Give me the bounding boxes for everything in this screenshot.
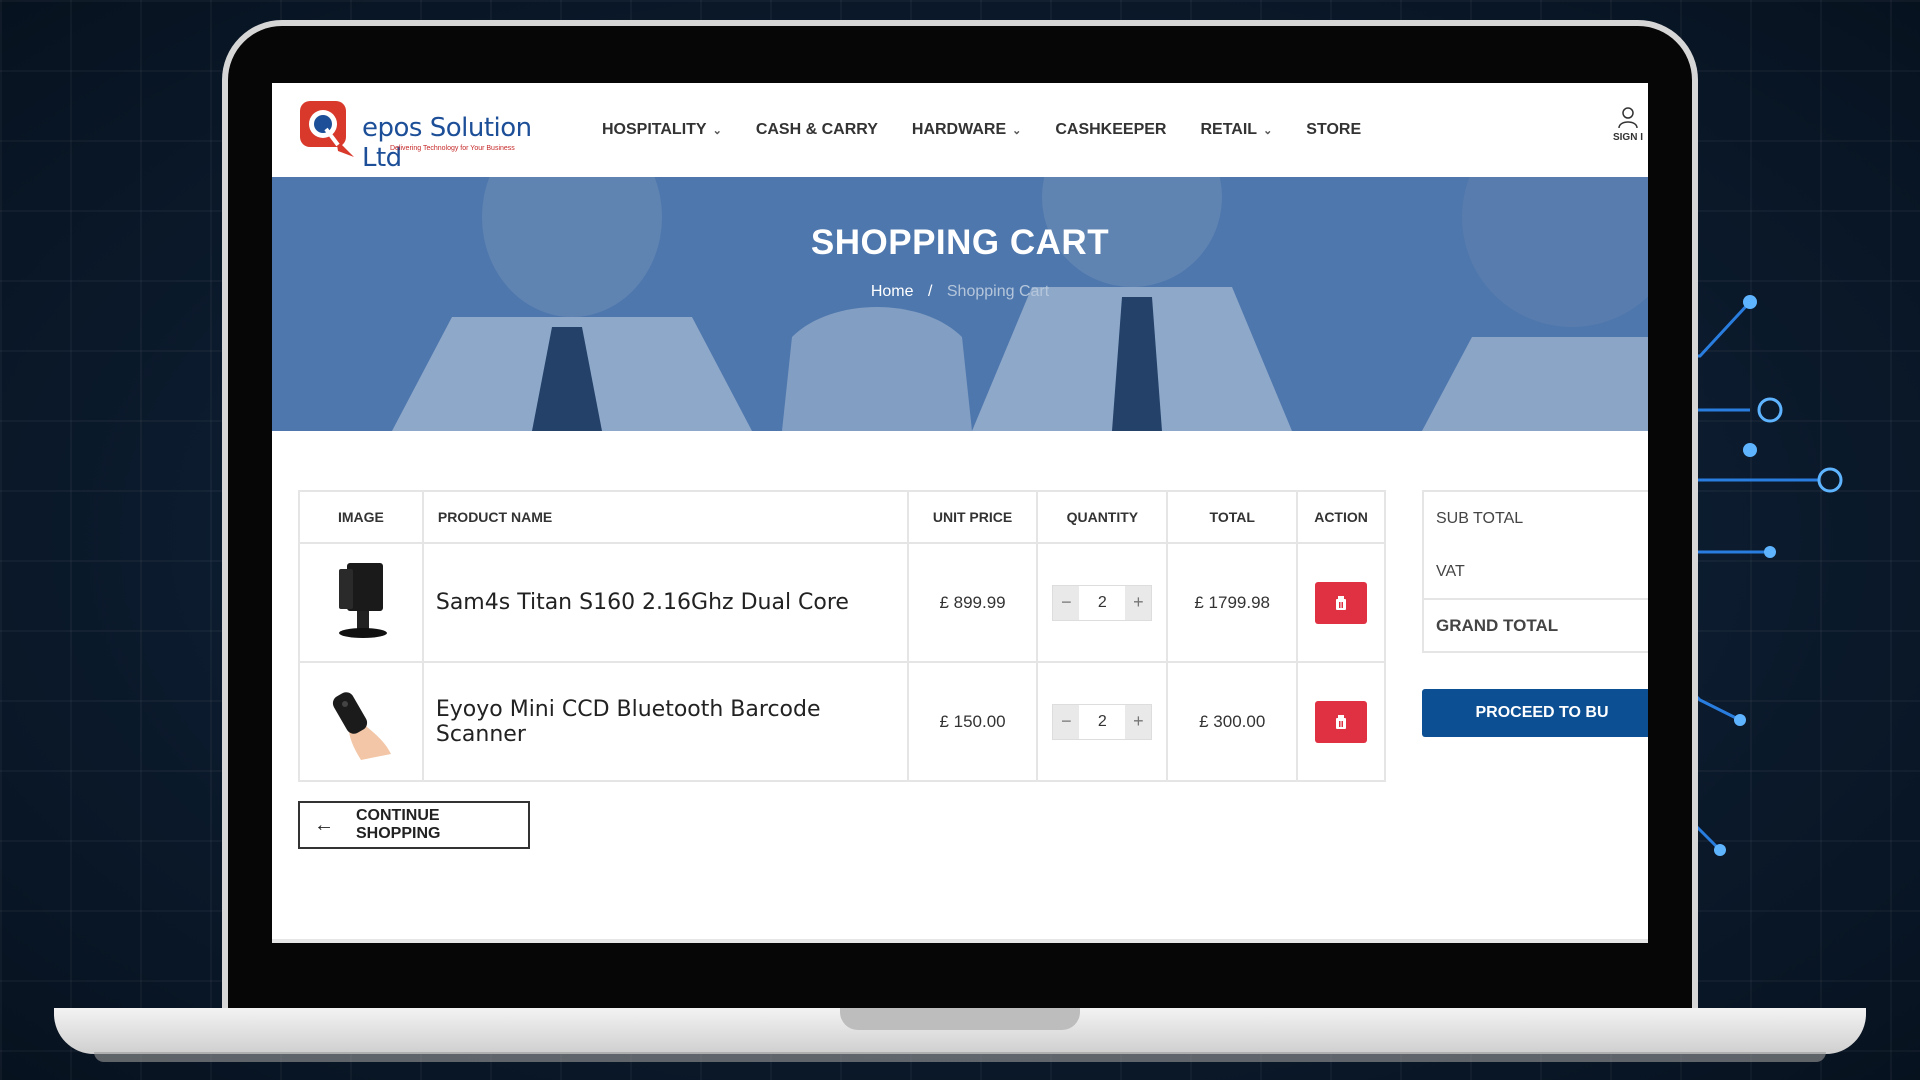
breadcrumb-home[interactable]: Home [871,283,914,300]
screen-bottom-edge [272,939,1648,943]
banner-photo [272,177,1648,431]
logo-text: epos Solution Ltd [362,113,532,173]
nav-label: HARDWARE [911,121,1007,138]
browser-viewport: epos Solution Ltd Delivering Technology … [272,83,1648,943]
nav-item-retail[interactable]: RETAIL ⌄ [1200,121,1272,139]
main-nav: HOSPITALITY ⌄ CASH & CARRY HARDWARE ⌄ CA… [602,83,1395,177]
trash-icon [1336,595,1347,610]
line-total: £ 300.00 [1166,661,1299,782]
nav-item-cashkeeper[interactable]: CASHKEEPER [1055,121,1166,139]
col-header-action: ACTION [1296,490,1386,544]
increment-button[interactable]: + [1125,585,1152,620]
barcode-scanner-icon[interactable] [321,674,401,764]
col-header-quantity: QUANTITY [1036,490,1169,544]
quantity-stepper: − 2 + [1052,584,1153,621]
action-cell [1296,542,1386,663]
cart-table: IMAGE PRODUCT NAME UNIT PRICE QUANTITY T… [298,490,1386,782]
site-logo[interactable]: epos Solution Ltd Delivering Technology … [298,99,548,173]
table-row: Eyoyo Mini CCD Bluetooth Barcode Scanner… [298,661,1386,782]
product-name[interactable]: Sam4s Titan S160 2.16Ghz Dual Core [421,542,909,663]
proceed-to-buy-button[interactable]: PROCEED TO BU [1422,689,1648,737]
quantity-input[interactable]: 2 [1079,585,1126,620]
col-header-total: TOTAL [1166,490,1299,544]
unit-price: £ 150.00 [906,661,1039,782]
quantity-cell: − 2 + [1036,661,1169,782]
line-total: £ 1799.98 [1166,542,1299,663]
logo-q-icon [300,101,354,157]
product-image-cell [298,542,424,663]
breadcrumb: Home / Shopping Cart [272,283,1648,301]
nav-label: HOSPITALITY [602,121,707,138]
col-header-image: IMAGE [298,490,424,544]
increment-button[interactable]: + [1125,704,1152,739]
chevron-down-icon: ⌄ [712,124,722,137]
quantity-cell: − 2 + [1036,542,1169,663]
decrement-button[interactable]: − [1053,704,1080,739]
unit-price: £ 899.99 [906,542,1039,663]
quantity-stepper: − 2 + [1052,703,1153,740]
trash-icon [1336,714,1347,729]
table-row: Sam4s Titan S160 2.16Ghz Dual Core £ 899… [298,542,1386,663]
action-cell [1296,661,1386,782]
nav-item-cash-carry[interactable]: CASH & CARRY [756,121,878,139]
decrement-button[interactable]: − [1053,585,1080,620]
order-summary: SUB TOTAL VAT GRAND TOTAL [1422,490,1648,653]
laptop-notch [840,1008,1080,1030]
col-header-product: PRODUCT NAME [421,490,909,544]
nav-item-hospitality[interactable]: HOSPITALITY ⌄ [602,121,722,139]
sub-total-label: SUB TOTAL [1436,509,1524,527]
arrow-left-icon: ← [314,813,334,836]
pos-terminal-icon[interactable] [321,555,401,645]
chevron-down-icon: ⌄ [1012,124,1022,137]
sub-total-row: SUB TOTAL [1424,492,1648,545]
nav-label: CASHKEEPER [1055,121,1167,138]
nav-label: STORE [1306,121,1362,138]
delete-item-button[interactable] [1315,581,1368,624]
site-header: epos Solution Ltd Delivering Technology … [272,83,1648,177]
col-header-unit-price: UNIT PRICE [906,490,1039,544]
breadcrumb-current: Shopping Cart [946,283,1050,300]
quantity-input[interactable]: 2 [1079,704,1126,739]
user-icon [1618,107,1638,129]
chevron-down-icon: ⌄ [1263,124,1273,137]
nav-label: CASH & CARRY [755,121,878,138]
product-name[interactable]: Eyoyo Mini CCD Bluetooth Barcode Scanner [421,661,909,782]
sign-in-link[interactable]: SIGN I [1608,105,1648,143]
continue-shopping-label: CONTINUE SHOPPING [356,807,441,842]
page-banner: SHOPPING CART Home / Shopping Cart [272,177,1648,431]
nav-item-hardware[interactable]: HARDWARE ⌄ [912,121,1021,139]
vat-row: VAT [1424,545,1648,598]
sign-in-label: SIGN I [1612,132,1643,143]
logo-tagline: Delivering Technology for Your Business [390,145,515,152]
continue-shopping-button[interactable]: ← CONTINUE SHOPPING [298,801,530,849]
nav-label: RETAIL [1200,121,1258,138]
grand-total-row: GRAND TOTAL [1424,598,1648,651]
delete-item-button[interactable] [1315,700,1368,743]
table-header-row: IMAGE PRODUCT NAME UNIT PRICE QUANTITY T… [298,490,1386,544]
nav-item-store[interactable]: STORE [1306,121,1361,139]
vat-label: VAT [1436,562,1465,580]
product-image-cell [298,661,424,782]
grand-total-label: GRAND TOTAL [1436,615,1559,635]
page-title: SHOPPING CART [810,223,1110,262]
breadcrumb-separator: / [927,283,933,300]
